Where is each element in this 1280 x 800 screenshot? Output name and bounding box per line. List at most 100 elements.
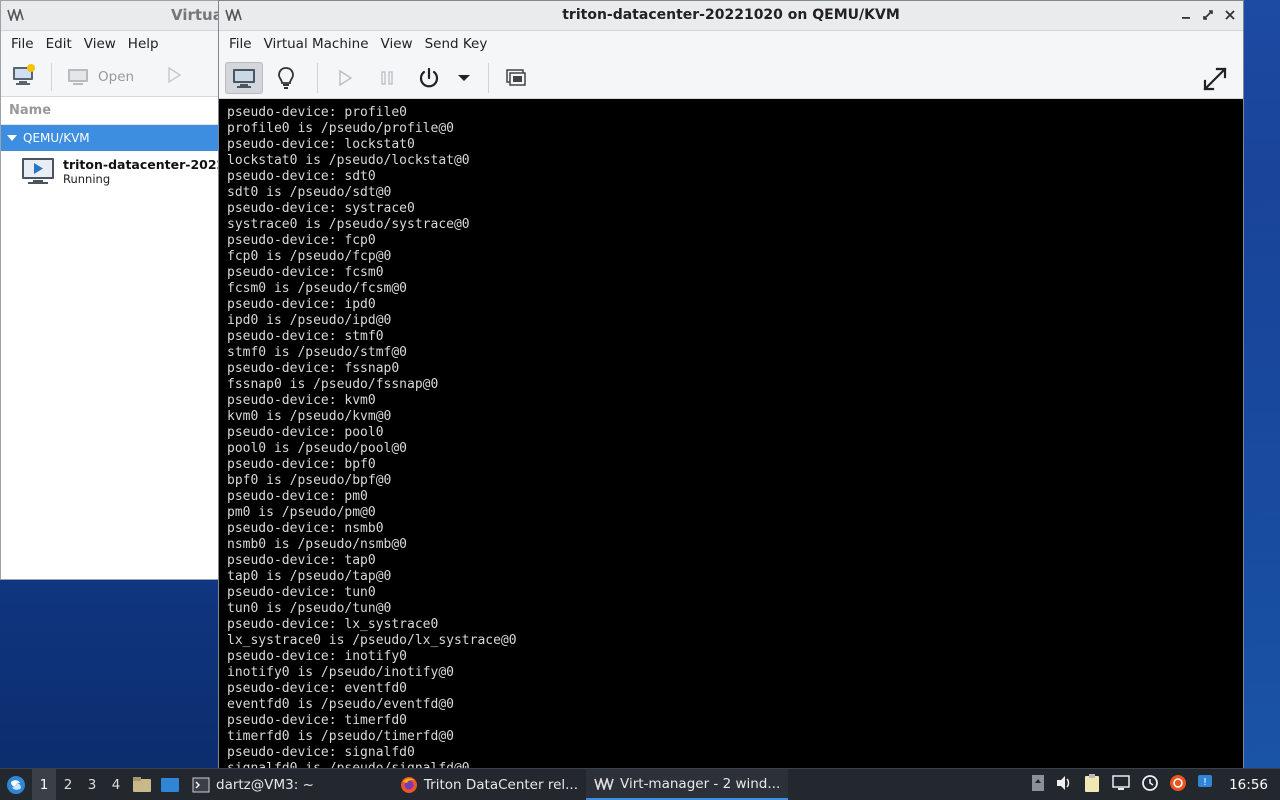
pause-button[interactable] xyxy=(368,62,406,94)
console-line: pseudo-device: signalfd0 xyxy=(227,745,415,760)
task-virt-manager[interactable]: Virt-manager - 2 wind... xyxy=(586,769,789,800)
console-line: stmf0 is /pseudo/stmf@0 xyxy=(227,345,408,360)
run-button[interactable] xyxy=(326,62,364,94)
console-line: pseudo-device: stmf0 xyxy=(227,329,384,344)
console-line: pm0 is /pseudo/pm@0 xyxy=(227,505,376,520)
new-vm-icon xyxy=(13,63,35,85)
console-line: nsmb0 is /pseudo/nsmb@0 xyxy=(227,537,408,552)
shutdown-button[interactable] xyxy=(410,62,448,94)
toolbar-separator xyxy=(51,62,52,91)
menu-help[interactable]: Help xyxy=(122,36,165,52)
update-notifier-button[interactable] xyxy=(1141,774,1159,796)
app-menu-button[interactable] xyxy=(0,769,32,800)
toolbar-separator xyxy=(317,62,318,93)
shutdown-menu-button[interactable] xyxy=(452,62,476,94)
console-line: ipd0 is /pseudo/ipd@0 xyxy=(227,313,392,328)
fullscreen-icon xyxy=(1203,67,1227,91)
taskbar: 1 2 3 4 dartz@VM3: ~ Triton DataCenter r… xyxy=(0,768,1280,800)
restore-button[interactable] xyxy=(1201,7,1215,23)
console-line: sdt0 is /pseudo/sdt@0 xyxy=(227,185,392,200)
console-line: pseudo-device: sdt0 xyxy=(227,169,376,184)
vm-list-item[interactable]: triton-datacenter-20221020 Running xyxy=(1,151,219,186)
volume-button[interactable] xyxy=(1055,775,1073,795)
console-window: triton-datacenter-20221020 on QEMU/KVM F… xyxy=(218,0,1244,769)
show-details-button[interactable] xyxy=(267,62,305,94)
task-firefox[interactable]: Triton DataCenter rel... xyxy=(392,769,586,800)
vm-running-icon xyxy=(22,158,54,184)
connection-label: QEMU/KVM xyxy=(23,131,90,145)
console-titlebar[interactable]: triton-datacenter-20221020 on QEMU/KVM xyxy=(219,1,1243,31)
notification-button[interactable]: ! xyxy=(1197,774,1213,796)
console-line: bpf0 is /pseudo/bpf@0 xyxy=(227,473,392,488)
new-vm-button[interactable] xyxy=(11,63,37,91)
console-line: pseudo-device: profile0 xyxy=(227,105,408,120)
clock[interactable]: 16:56 xyxy=(1223,777,1272,793)
file-manager-launcher[interactable] xyxy=(128,769,156,800)
task-terminal[interactable]: dartz@VM3: ~ xyxy=(184,769,322,800)
console-line: pseudo-device: fssnap0 xyxy=(227,361,400,376)
console-line: inotify0 is /pseudo/inotify@0 xyxy=(227,665,454,680)
connection-row-qemu-kvm[interactable]: QEMU/KVM xyxy=(1,125,219,151)
workspace-3[interactable]: 3 xyxy=(80,777,104,793)
console-window-title: triton-datacenter-20221020 on QEMU/KVM xyxy=(562,7,900,23)
manager-menubar: File Edit View Help xyxy=(1,31,219,57)
console-line: profile0 is /pseudo/profile@0 xyxy=(227,121,454,136)
ubuntu-icon xyxy=(1170,774,1187,791)
fullscreen-button[interactable] xyxy=(1199,63,1231,95)
console-line: pseudo-device: ipd0 xyxy=(227,297,376,312)
open-console-button[interactable]: Open xyxy=(66,66,134,88)
toolbar-separator xyxy=(488,62,489,93)
play-icon xyxy=(168,66,182,83)
task-label: Triton DataCenter rel... xyxy=(423,776,579,793)
lxqt-menu-icon xyxy=(7,775,25,794)
console-line: fssnap0 is /pseudo/fssnap@0 xyxy=(227,377,439,392)
virt-manager-icon xyxy=(594,777,614,790)
pause-icon xyxy=(381,70,393,85)
menu-file[interactable]: File xyxy=(5,36,40,52)
menu-send-key[interactable]: Send Key xyxy=(419,36,494,52)
console-line: fcp0 is /pseudo/fcp@0 xyxy=(227,249,392,264)
vm-name: triton-datacenter-20221020 xyxy=(63,157,219,172)
clipboard-icon xyxy=(1085,773,1100,792)
console-line: pseudo-device: nsmb0 xyxy=(227,521,384,536)
workspace-4[interactable]: 4 xyxy=(104,777,128,793)
console-line: eventfd0 is /pseudo/eventfd@0 xyxy=(227,697,454,712)
lightbulb-icon xyxy=(278,66,294,89)
console-menubar: File Virtual Machine View Send Key xyxy=(219,31,1243,57)
workspace-1[interactable]: 1 xyxy=(32,769,56,800)
manager-toolbar: Open xyxy=(1,57,219,97)
manager-titlebar[interactable]: Virtua xyxy=(1,1,223,31)
minimize-icon xyxy=(1182,17,1190,19)
menu-view[interactable]: View xyxy=(78,36,122,52)
firefox-icon xyxy=(400,776,417,793)
close-button[interactable] xyxy=(1223,7,1237,23)
vm-console-screen[interactable]: pseudo-device: profile0 profile0 is /pseu… xyxy=(219,99,1243,769)
console-line: fcsm0 is /pseudo/fcsm@0 xyxy=(227,281,408,296)
console-line: pseudo-device: inotify0 xyxy=(227,649,408,664)
ubuntu-button[interactable] xyxy=(1169,774,1187,796)
tray-overflow-button[interactable] xyxy=(1031,774,1045,796)
system-tray: ! 16:56 xyxy=(1031,773,1280,797)
name-column-header[interactable]: Name xyxy=(1,97,219,125)
console-line: pseudo-device: tun0 xyxy=(227,585,376,600)
menu-virtual-machine[interactable]: Virtual Machine xyxy=(258,36,375,52)
network-button[interactable] xyxy=(1111,774,1131,796)
console-toolbar xyxy=(219,57,1243,99)
expand-arrow-icon xyxy=(7,135,17,141)
menu-file[interactable]: File xyxy=(223,36,258,52)
menu-edit[interactable]: Edit xyxy=(40,36,78,52)
notification-icon: ! xyxy=(1198,774,1213,788)
workspace-2[interactable]: 2 xyxy=(56,777,80,793)
console-line: pseudo-device: lockstat0 xyxy=(227,137,415,152)
clipboard-button[interactable] xyxy=(1083,773,1101,797)
snapshots-button[interactable] xyxy=(497,62,535,94)
show-desktop-launcher[interactable] xyxy=(156,769,184,800)
console-line: systrace0 is /pseudo/systrace@0 xyxy=(227,217,470,232)
folder-icon xyxy=(133,776,151,792)
run-button[interactable] xyxy=(166,66,182,88)
manager-window: Virtua File Edit View Help Open Name QEM… xyxy=(0,0,223,580)
menu-view[interactable]: View xyxy=(375,36,419,52)
minimize-button[interactable] xyxy=(1179,7,1193,23)
show-console-button[interactable] xyxy=(225,61,263,94)
console-line: timerfd0 is /pseudo/timerfd@0 xyxy=(227,729,454,744)
